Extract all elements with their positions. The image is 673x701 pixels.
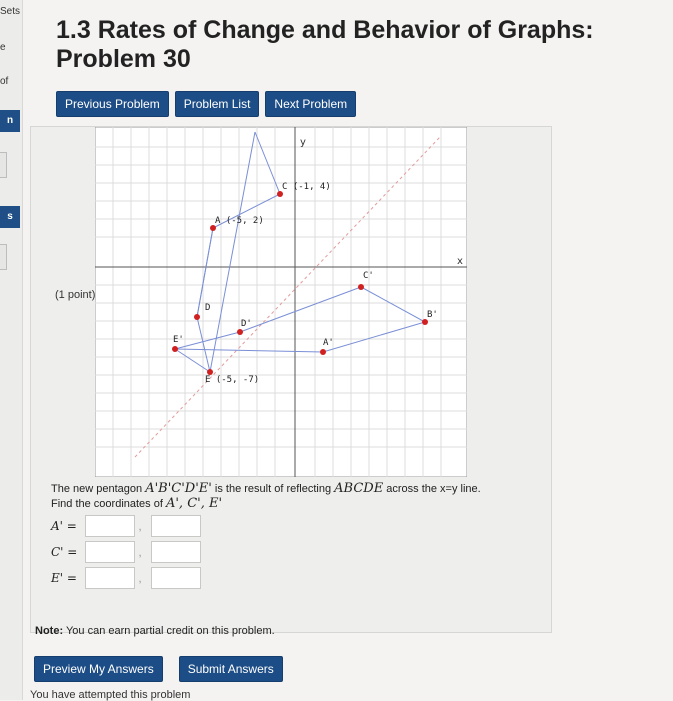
separator: , [138, 519, 142, 533]
note-bold: Note: [35, 625, 64, 637]
prompt-mid: is the result of reflecting [211, 483, 335, 495]
graph-svg: y x C (-1, 4) A (-5, 2) D E (-5, -7) C' [94, 126, 468, 478]
problem-list-button[interactable]: Problem List [174, 91, 260, 117]
answer-row-e: E' = , [51, 567, 201, 589]
partial-credit-note: Note: You can earn partial credit on thi… [35, 625, 275, 637]
separator: , [138, 571, 142, 585]
point-value: (1 point) [55, 289, 96, 301]
point-e-prime [172, 346, 178, 352]
previous-problem-button[interactable]: Previous Problem [56, 91, 169, 117]
rail-tab-s[interactable]: s [0, 206, 20, 228]
y-axis-label: y [300, 137, 306, 148]
preview-answers-button[interactable]: Preview My Answers [34, 656, 163, 682]
separator: , [138, 545, 142, 559]
prompt-find-vars: A', C', E' [165, 496, 223, 511]
rail-e-label: e [0, 42, 6, 53]
answer-a-label: A' = [51, 519, 77, 533]
problem-prompt: The new pentagon A'B'C'D'E' is the resul… [51, 481, 551, 511]
label-e-prime: E' [173, 335, 184, 345]
label-c-prime: C' [363, 271, 374, 281]
problem-nav: Previous Problem Problem List Next Probl… [56, 91, 357, 117]
answer-row-c: C' = , [51, 541, 201, 563]
prompt-post: across the x=y line. [383, 483, 481, 495]
answer-e-y-input[interactable] [151, 567, 201, 589]
answer-row-a: A' = , [51, 515, 201, 537]
answer-a-y-input[interactable] [151, 515, 201, 537]
point-d-prime [237, 329, 243, 335]
rail-chevron-2[interactable] [0, 244, 7, 270]
attempt-status: You have attempted this problem [30, 689, 191, 701]
label-c: C (-1, 4) [282, 182, 331, 192]
point-c-prime [358, 284, 364, 290]
label-a: A (-5, 2) [215, 216, 264, 226]
label-e: E (-5, -7) [205, 375, 259, 385]
submit-answers-button[interactable]: Submit Answers [178, 656, 283, 682]
point-a-prime [320, 349, 326, 355]
answer-e-x-input[interactable] [85, 567, 135, 589]
prompt-find: Find the coordinates of [51, 498, 166, 510]
label-a-prime: A' [323, 338, 334, 348]
rail-of-label: of [0, 76, 9, 87]
answer-c-y-input[interactable] [151, 541, 201, 563]
prompt-shape-new: A'B'C'D'E' [145, 481, 212, 496]
left-rail: Sets e of n s [0, 0, 23, 700]
answer-e-label: E' = [51, 571, 77, 585]
page-title: 1.3 Rates of Change and Behavior of Grap… [56, 16, 594, 73]
answer-c-x-input[interactable] [85, 541, 135, 563]
point-d [194, 314, 200, 320]
problem-box: (1 point) y x C (-1, 4) A (-5, 2) D E (-… [30, 126, 552, 637]
answer-actions: Preview My Answers Submit Answers [34, 656, 283, 682]
label-d-prime: D' [241, 319, 252, 329]
answer-c-label: C' = [51, 545, 78, 559]
x-axis-label: x [457, 256, 463, 267]
rail-sets-label: Sets [0, 6, 21, 17]
prompt-pre: The new pentagon [51, 483, 146, 495]
rail-tab-n[interactable]: n [0, 110, 20, 132]
next-problem-button[interactable]: Next Problem [265, 91, 357, 117]
label-b-prime: B' [427, 310, 438, 320]
label-d: D [205, 303, 210, 313]
note-text: You can earn partial credit on this prob… [63, 625, 275, 637]
rail-chevron[interactable] [0, 152, 7, 178]
graph: y x C (-1, 4) A (-5, 2) D E (-5, -7) C' [94, 126, 468, 478]
answer-a-x-input[interactable] [85, 515, 135, 537]
prompt-shape-orig: ABCDE [334, 481, 384, 496]
